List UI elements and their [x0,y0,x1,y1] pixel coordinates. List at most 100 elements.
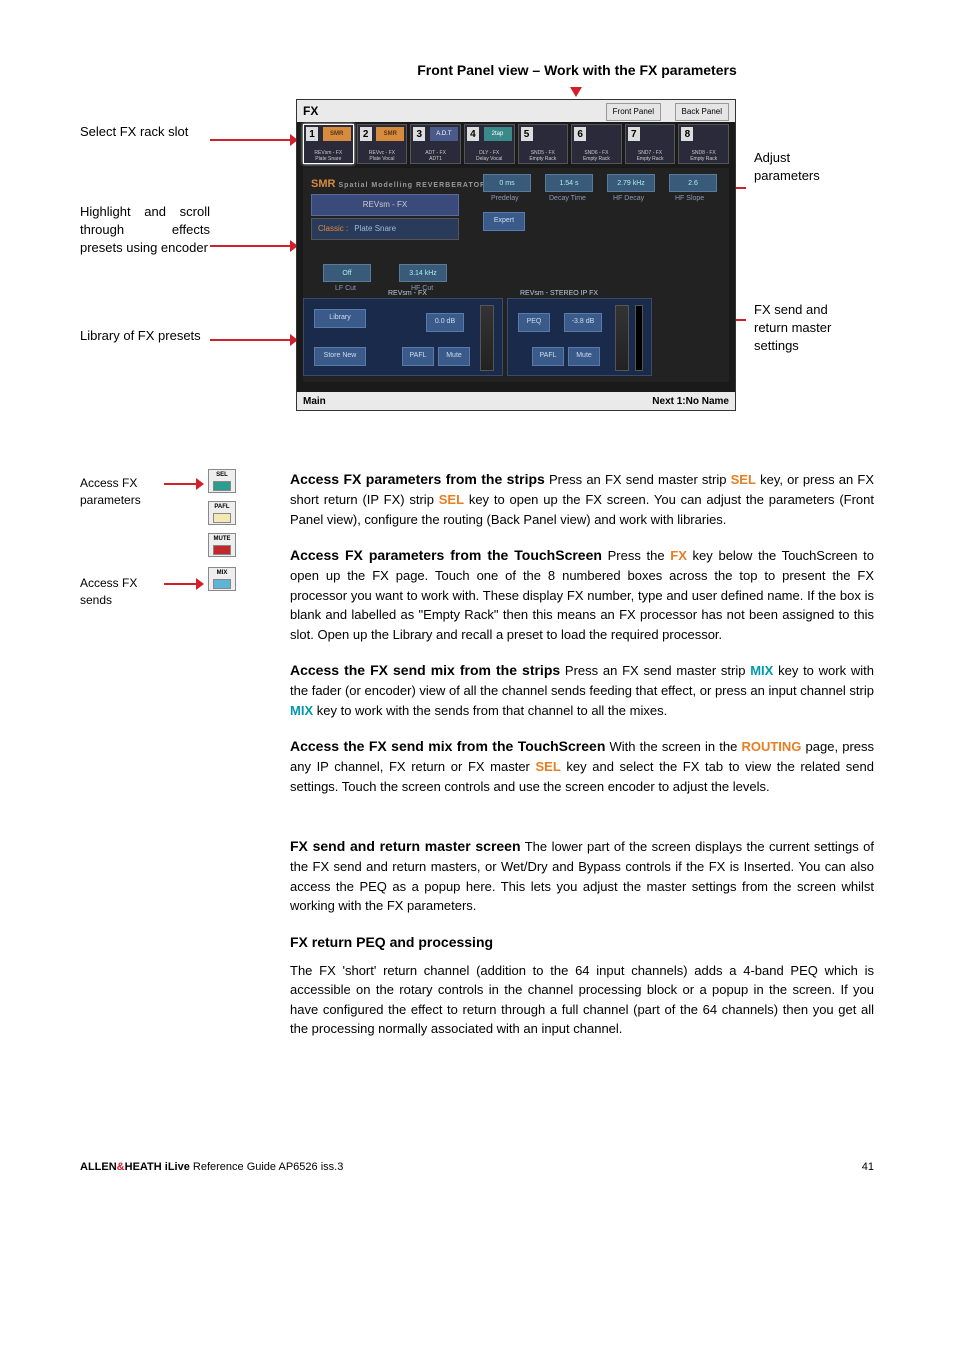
subheading: FX return PEQ and processing [290,932,874,953]
slot-number: 7 [628,127,640,141]
screen-footer: Main Next 1:No Name [297,392,735,410]
fx-slot-7[interactable]: 7 SND7 - FXEmpty Rack [625,124,676,164]
back-panel-button[interactable]: Back Panel [675,103,729,121]
param-decay[interactable]: 1.54 s [545,174,593,192]
paragraph-5: FX send and return master screen The low… [290,836,874,916]
fader-icon[interactable] [615,305,629,371]
slot-label: SND5 - FXEmpty Rack [521,150,566,162]
fx-slot-8[interactable]: 8 SND8 - FXEmpty Rack [678,124,729,164]
expert-button[interactable]: Expert [483,212,525,231]
key-routing: ROUTING [741,739,801,754]
peq-button[interactable]: PEQ [518,313,550,332]
mix-led-icon [213,579,231,589]
return-master-panel: REVsm - STEREO IP FX PEQ -3.8 dB PAFL Mu… [507,298,652,376]
preset-name-field[interactable]: REVsm - FX [311,194,459,216]
pafl-button[interactable]: PAFL [532,347,564,366]
section-6: FX return PEQ and processing The FX 'sho… [290,932,874,1039]
slot-label: DLY - FXDelay Vocal [467,150,512,162]
para-lead: Access the FX send mix from the strips [290,662,560,678]
fx-header-label: FX [303,102,318,120]
fx-slot-4[interactable]: 4 2tap DLY - FXDelay Vocal [464,124,515,164]
key-fx: FX [670,548,687,563]
footer-main: Main [303,394,326,409]
fx-slot-1[interactable]: 1 SMR REVsm - FXPlate Snare [303,124,354,164]
slot-label: REVsm - FXPlate Snare [306,150,351,162]
slot-number: 3 [413,127,425,141]
pafl-led-icon [213,513,231,523]
paragraph-1: Access FX parameters from the strips Pre… [290,469,874,529]
key-sel: SEL [439,492,464,507]
slot-icon: SMR [376,127,404,141]
pafl-button[interactable]: PAFL [402,347,434,366]
arrow-icon [210,339,290,341]
level-display[interactable]: 0.0 dB [426,313,464,332]
para-lead: FX send and return master screen [290,838,521,854]
slot-number: 1 [306,127,318,141]
library-button[interactable]: Library [314,309,366,328]
slot-label: SND8 - FXEmpty Rack [681,150,726,162]
page-number: 41 [862,1159,874,1176]
paragraph-4: Access the FX send mix from the TouchScr… [290,736,874,796]
mute-button[interactable]: Mute [438,347,470,366]
callout-adjust: Adjust parameters [754,149,854,185]
level-display[interactable]: -3.8 dB [564,313,602,332]
mix-button[interactable]: MIX [208,567,236,591]
param-label: HF Decay [613,194,644,205]
param-label: HF Slope [675,194,704,205]
lfcut-value[interactable]: Off [323,264,371,282]
slot-label: ADT - FXADT1 [413,150,458,162]
lfcut-label: LF Cut [335,284,356,295]
param-predelay[interactable]: 0 ms [483,174,531,192]
callout-access-sends: Access FX sends [80,575,160,609]
paragraph-6: The FX 'short' return channel (addition … [290,961,874,1039]
param-hfslope[interactable]: 2.6 [669,174,717,192]
sel-button[interactable]: SEL [208,469,236,493]
hfcut-value[interactable]: 3.14 kHz [399,264,447,282]
arrow-icon [210,245,290,247]
mute-button[interactable]: Mute [568,347,600,366]
page-footer: ALLEN&HEATH iLive Reference Guide AP6526… [80,1159,874,1176]
slot-number: 5 [521,127,533,141]
slot-icon: SMR [323,127,351,141]
fx-slot-6[interactable]: 6 SND6 - FXEmpty Rack [571,124,622,164]
slot-row: 1 SMR REVsm - FXPlate Snare 2 SMR REVvc … [303,124,729,164]
fader-icon[interactable] [480,305,494,371]
footer-brand: ALLEN&HEATH iLive Reference Guide AP6526… [80,1159,343,1176]
fx-slot-5[interactable]: 5 SND5 - FXEmpty Rack [518,124,569,164]
slot-icon: 2tap [484,127,512,141]
paragraph-2: Access FX parameters from the TouchScree… [290,545,874,644]
slot-number: 8 [681,127,693,141]
mute-button[interactable]: MUTE [208,533,236,557]
callout-access-params: Access FX parameters [80,475,160,509]
slot-label: REVvc - FXPlate Vocal [360,150,405,162]
slot-label: SND7 - FXEmpty Rack [628,150,673,162]
fx-slot-2[interactable]: 2 SMR REVvc - FXPlate Vocal [357,124,408,164]
paragraph-3: Access the FX send mix from the strips P… [290,660,874,720]
slot-number: 4 [467,127,479,141]
panel-title: REVsm - STEREO IP FX [520,289,598,300]
panel-title: REVsm - FX [388,289,427,300]
key-sel: SEL [731,472,756,487]
pafl-button[interactable]: PAFL [208,501,236,525]
arrow-icon [210,139,290,141]
preset-classic-field[interactable]: Classic :Plate Snare [311,218,459,240]
page-title: Front Panel view – Work with the FX para… [280,60,874,81]
param-label: Decay Time [549,194,586,205]
send-master-panel: REVsm - FX Library Store New 0.0 dB PAFL… [303,298,503,376]
diagram-area: Select FX rack slot Highlight and scroll… [80,99,874,429]
slot-number: 6 [574,127,586,141]
front-panel-button[interactable]: Front Panel [606,103,661,121]
callout-send-return: FX send and return master settings [754,301,854,356]
store-new-button[interactable]: Store New [314,347,366,366]
key-mix: MIX [290,703,313,718]
param-label: Predelay [491,194,519,205]
para-lead: Access the FX send mix from the TouchScr… [290,738,605,754]
callout-highlight-scroll: Highlight and scroll through effects pre… [80,203,210,258]
param-hfdecay[interactable]: 2.79 kHz [607,174,655,192]
arrow-icon [164,583,196,585]
fx-slot-3[interactable]: 3 A.D.T ADT - FXADT1 [410,124,461,164]
slot-icon: A.D.T [430,127,458,141]
strip-diagram: Access FX parameters Access FX sends SEL… [80,469,260,619]
para-lead: Access FX parameters from the strips [290,471,545,487]
fx-screen: FX Front Panel Back Panel 1 SMR REVsm - … [296,99,736,411]
